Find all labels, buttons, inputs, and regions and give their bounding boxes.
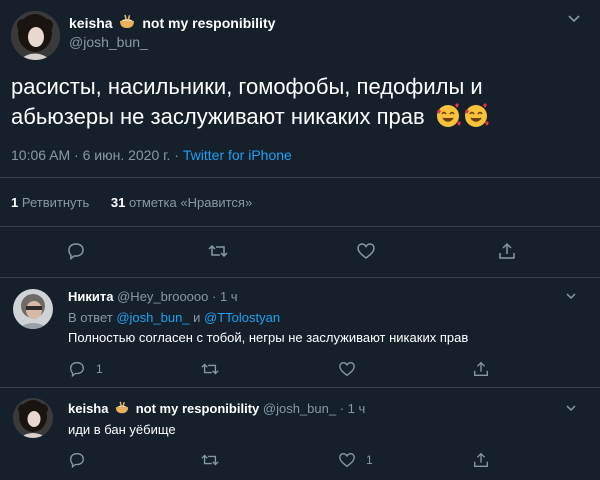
tweet-meta: 10:06 AM · 6 июн. 2020 г. · Twitter for …	[11, 147, 292, 163]
share-icon	[499, 242, 515, 259]
reply-header: keisha not my responibility @josh_bun_ ·…	[68, 401, 365, 418]
reply-prefix: В ответ	[68, 310, 113, 325]
share-button[interactable]	[472, 360, 490, 378]
tweet-text-line: расисты, насильники, гомофобы, педофилы …	[11, 74, 483, 99]
chevron-down-icon[interactable]	[565, 404, 577, 413]
smiling-face-with-hearts-icon	[435, 103, 461, 137]
reply-text: иди в бан уёбище	[68, 422, 176, 437]
tweet-text: расисты, насильники, гомофобы, педофилы …	[11, 72, 571, 137]
handle[interactable]: @josh_bun_	[69, 34, 148, 50]
avatar[interactable]	[13, 289, 53, 329]
heart-icon	[339, 453, 355, 468]
retweet-icon	[208, 244, 228, 258]
mention-link[interactable]: @TTolostyan	[204, 310, 280, 325]
retweets-count: 1	[11, 195, 19, 210]
reply-button[interactable]: 1	[68, 360, 103, 378]
retweet-button[interactable]	[200, 360, 220, 378]
heart-icon	[357, 243, 375, 259]
smiling-face-with-hearts-icon	[463, 103, 489, 137]
like-count: 1	[366, 453, 373, 467]
retweets-label: Ретвитнуть	[21, 195, 90, 210]
time[interactable]: · 1 ч	[212, 289, 238, 304]
handle[interactable]: @Hey_brooooo	[117, 289, 208, 304]
retweet-icon	[201, 454, 219, 466]
timestamp[interactable]: 10:06 AM · 6 июн. 2020 г. ·	[11, 147, 183, 163]
tweet-text-line2-content: абьюзеры не заслуживают никаких прав	[11, 104, 425, 129]
like-button[interactable]	[356, 241, 376, 261]
divider	[0, 387, 600, 388]
likes-label: отметка «Нравится»	[128, 195, 253, 210]
mention-link[interactable]: @josh_bun_	[116, 310, 189, 325]
bowl-emoji-icon	[119, 14, 135, 33]
chevron-down-icon[interactable]	[567, 14, 581, 24]
heart-icon	[339, 362, 355, 377]
like-button[interactable]: 1	[338, 451, 373, 469]
tweet-text-line-2: абьюзеры не заслуживают никаких прав	[11, 102, 571, 137]
share-button[interactable]	[497, 241, 517, 261]
likes-count: 31	[110, 195, 126, 210]
avatar[interactable]	[13, 398, 53, 438]
reply-text: Полностью согласен с тобой, негры не зас…	[68, 330, 469, 345]
retweet-button[interactable]	[207, 241, 229, 261]
share-button[interactable]	[472, 451, 490, 469]
divider	[0, 277, 600, 278]
replying-to: В ответ @josh_bun_ и @TTolostyan	[68, 310, 280, 325]
reply-button[interactable]	[66, 241, 86, 261]
share-icon	[474, 361, 488, 376]
handle[interactable]: @josh_bun_	[263, 401, 336, 416]
chevron-down-icon[interactable]	[565, 292, 577, 301]
divider	[0, 226, 600, 227]
retweets-stat[interactable]: 1 Ретвитнуть	[11, 195, 93, 210]
time[interactable]: · 1 ч	[340, 401, 366, 416]
reply-icon	[70, 453, 84, 469]
and-text: и	[193, 310, 201, 325]
like-button[interactable]	[338, 360, 356, 378]
display-name[interactable]: Никита	[68, 289, 113, 304]
share-icon	[474, 452, 488, 467]
display-name-suffix: not my responibility	[142, 15, 276, 31]
retweet-button[interactable]	[200, 451, 220, 469]
reply-icon	[70, 362, 84, 378]
display-name[interactable]: keisha not my responibility	[68, 401, 263, 416]
retweet-icon	[201, 363, 219, 375]
bowl-emoji-icon	[115, 401, 129, 418]
divider	[0, 177, 600, 178]
reply-button[interactable]	[68, 451, 86, 469]
display-name-text: keisha	[69, 15, 113, 31]
likes-stat[interactable]: 31 отметка «Нравится»	[111, 195, 252, 210]
display-name-suffix: not my responibility	[135, 401, 260, 416]
display-name[interactable]: keisha not my responibility	[69, 14, 275, 33]
engagement-stats: 1 Ретвитнуть 31 отметка «Нравится»	[11, 195, 252, 210]
display-name-text: keisha	[68, 401, 109, 416]
source-link[interactable]: Twitter for iPhone	[183, 147, 292, 163]
reply-count: 1	[96, 362, 103, 376]
reply-header: Никита @Hey_brooooo · 1 ч	[68, 289, 238, 304]
avatar[interactable]	[11, 11, 60, 60]
reply-icon	[68, 243, 84, 261]
